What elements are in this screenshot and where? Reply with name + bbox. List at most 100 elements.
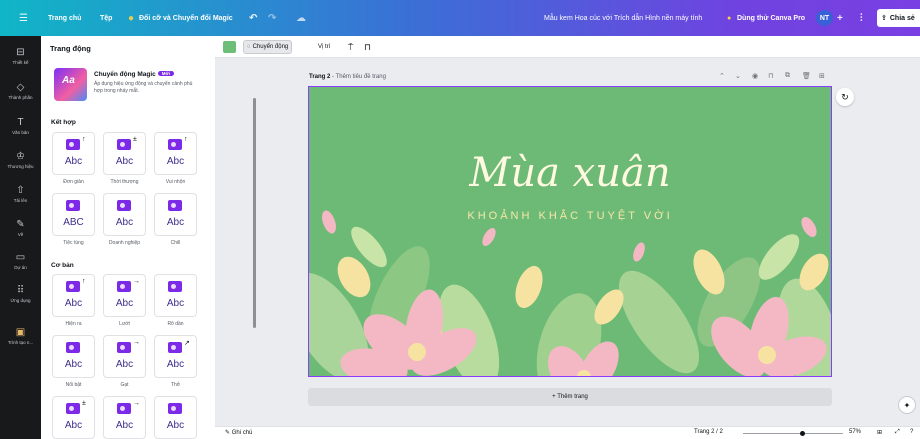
animation-preview-text: Abc (115, 359, 134, 370)
help-icon[interactable]: ? (910, 429, 913, 435)
animation-tile[interactable]: Abc (154, 274, 197, 317)
rail-item-elements[interactable]: ◇ Thành phần (0, 73, 41, 109)
animation-preview-icon (117, 200, 131, 211)
document-title[interactable]: Mẫu kem Hoa cúc với Trích dẫn Hình nền m… (544, 0, 702, 36)
bottom-bar: ✎ Ghi chú Trang 2 / 2 57% ⊞ ⤢ ? (215, 426, 920, 439)
generator-icon: ▣ (15, 327, 26, 338)
home-link[interactable]: Trang chủ (48, 0, 81, 36)
animation-tile[interactable]: ↑ Abc (52, 274, 95, 317)
add-page-icon[interactable]: ⊞ (819, 72, 825, 80)
rail-item-generator[interactable]: ▣ Trình tạo n... (0, 318, 41, 354)
animation-tile[interactable]: → Abc (103, 274, 146, 317)
editor-toolbar: ◌ Chuyển động Vị trí ⍑ ⊓ (215, 36, 920, 58)
zoom-slider-knob[interactable] (800, 431, 805, 436)
animation-preview-text: Abc (166, 298, 185, 309)
page-label[interactable]: Trang 2 - Thêm tiêu đề trang (309, 74, 386, 80)
rail-item-apps[interactable]: ⠿ Ứng dụng (0, 276, 41, 312)
animation-preview-icon (168, 342, 182, 353)
animation-direction-icon: → (133, 400, 140, 407)
animation-preview-text: Abc (115, 420, 134, 431)
page-lock-icon[interactable]: ⊓ (768, 72, 773, 80)
page-counter[interactable]: Trang 2 / 2 (694, 429, 723, 435)
side-rail: ⊟ Thiết kế ◇ Thành phần T Văn bản ♔ Thương h… (0, 36, 41, 439)
animation-preview-text: Abc (115, 217, 134, 228)
background-color-swatch[interactable] (223, 41, 236, 53)
redo-icon[interactable]: ↷ (268, 0, 276, 36)
animation-direction-icon: ± (133, 136, 137, 143)
section-combo-title: Kết hợp (51, 119, 76, 126)
animation-direction-icon: ↗ (184, 340, 190, 347)
zoom-slider[interactable] (743, 431, 843, 436)
rail-item-brand[interactable]: ♔ Thương hiệu (0, 142, 41, 178)
panel-scrollbar[interactable] (253, 98, 256, 328)
rail-item-projects[interactable]: ▭ Dự án (0, 243, 41, 279)
analytics-icon[interactable]: ⫶ (860, 0, 863, 36)
refresh-icon[interactable]: ↻ (836, 88, 854, 106)
animation-preview-text: Abc (166, 217, 185, 228)
grid-view-icon[interactable]: ⊞ (877, 429, 882, 436)
animation-preview-text: Abc (64, 298, 83, 309)
rail-item-text[interactable]: T Văn bản (0, 108, 41, 144)
file-menu[interactable]: Tệp (100, 0, 112, 36)
animate-icon: ◌ (247, 44, 251, 50)
rail-label: Thương hiệu (7, 164, 34, 169)
share-label: Chia sẻ (889, 14, 915, 22)
add-page-button[interactable]: + Thêm trang (308, 388, 832, 406)
floral-decoration (309, 210, 831, 376)
rail-item-uploads[interactable]: ⇧ Tải lên (0, 176, 41, 212)
rail-item-draw[interactable]: ✎ Vẽ (0, 210, 41, 246)
animation-tile[interactable]: ↗ Abc (154, 335, 197, 378)
animation-tile[interactable]: ↑ Abc (154, 132, 197, 175)
animation-tile[interactable]: ± Abc (103, 132, 146, 175)
animation-preview-icon (66, 281, 80, 292)
animation-tile-label: Thời thượng (110, 179, 139, 185)
undo-icon[interactable]: ↶ (249, 0, 257, 36)
design-page[interactable]: Mùa xuân KHOẢNH KHẮC TUYỆT VỜI (308, 86, 832, 377)
animation-direction-icon: ± (82, 400, 86, 407)
paint-format-icon[interactable]: ⍑ (345, 40, 356, 54)
magic-help-icon[interactable]: ✦ (898, 396, 916, 414)
animation-preview-icon (168, 281, 182, 292)
add-member-icon[interactable]: + (837, 0, 843, 36)
animation-tile[interactable]: → Abc (103, 396, 146, 439)
chevron-up-icon[interactable]: ⌃ (719, 72, 725, 80)
animation-tile[interactable]: ↑ Abc (52, 132, 95, 175)
animation-tile-label: Thở (170, 382, 181, 388)
animation-tile[interactable]: ± Abc (52, 396, 95, 439)
share-button[interactable]: ⇪ Chia sẻ (877, 9, 920, 27)
slide-subtitle-text[interactable]: KHOẢNH KHẮC TUYỆT VỜI (309, 210, 831, 222)
notes-icon: ✎ (225, 430, 232, 436)
position-button[interactable]: Vị trí (315, 40, 333, 54)
chevron-down-icon[interactable]: ⌄ (735, 72, 741, 80)
animation-tile[interactable]: → Abc (103, 335, 146, 378)
lock-icon[interactable]: ⊓ (361, 40, 374, 54)
animation-tile[interactable]: ABC (52, 193, 95, 236)
animation-tile-label: Nổi bật (65, 382, 82, 388)
avatar[interactable]: NT (816, 10, 833, 26)
animation-preview-text: Abc (166, 156, 185, 167)
animation-tile[interactable]: Abc (154, 193, 197, 236)
animation-preview-icon (66, 139, 80, 150)
animation-tile[interactable]: Abc (154, 396, 197, 439)
notes-button[interactable]: ✎ Ghi chú (225, 429, 252, 436)
animation-preview-icon (168, 139, 182, 150)
animation-preview-icon (117, 139, 131, 150)
animate-button[interactable]: ◌ Chuyển động (243, 40, 293, 54)
menu-icon[interactable]: ☰ (19, 0, 28, 36)
animation-tile-label: Lướt (119, 321, 130, 327)
duplicate-icon[interactable]: ⧉ (785, 72, 790, 80)
animation-tile[interactable]: Abc (52, 335, 95, 378)
magic-animate-label: Chuyển động Magic (94, 71, 156, 78)
fullscreen-icon[interactable]: ⤢ (895, 429, 900, 436)
try-pro-button[interactable]: Dùng thử Canva Pro (737, 0, 805, 36)
animation-tile[interactable]: Abc (103, 193, 146, 236)
slide-title-text[interactable]: Mùa xuân (309, 150, 831, 196)
zoom-level[interactable]: 57% (849, 429, 861, 435)
magic-animate-card[interactable]: Aa Chuyển động Magic Mới Áp dụng hiệu ứng… (54, 68, 204, 108)
visibility-icon[interactable]: ◉ (752, 72, 758, 80)
animation-preview-icon (168, 200, 182, 211)
magic-resize-menu[interactable]: Đổi cỡ và Chuyển đổi Magic (139, 0, 233, 36)
delete-icon[interactable]: 🗑 (802, 72, 811, 80)
animation-preview-icon (66, 403, 80, 414)
rail-item-design[interactable]: ⊟ Thiết kế (0, 38, 41, 74)
